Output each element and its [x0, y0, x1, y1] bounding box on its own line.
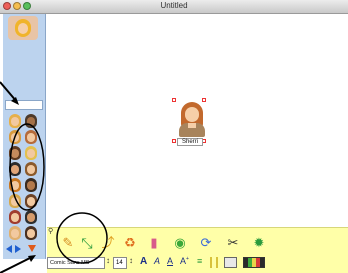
character-figure[interactable]: [177, 102, 207, 140]
face-icon[interactable]: [25, 146, 37, 160]
text-large-icon[interactable]: A: [140, 256, 147, 267]
title-bar: Untitled: [0, 0, 348, 14]
selection-handle[interactable]: [172, 139, 176, 143]
text-superscript-icon[interactable]: A+: [180, 256, 189, 266]
face-icon[interactable]: [9, 146, 21, 160]
font-size-stepper-icon[interactable]: ↕: [129, 256, 133, 265]
eraser-icon[interactable]: ▮: [145, 234, 163, 252]
resize-arrows-icon[interactable]: ⤡: [78, 234, 96, 252]
font-size-select[interactable]: 14: [113, 257, 127, 269]
face-icon[interactable]: [9, 114, 21, 128]
text-italic-icon[interactable]: A: [154, 256, 160, 266]
align-icon[interactable]: ≡: [197, 256, 202, 266]
face-icon[interactable]: [9, 178, 21, 192]
face-icon[interactable]: [25, 226, 37, 240]
drawing-canvas[interactable]: Sherri: [47, 14, 348, 236]
app-window: Untitled Sherri ⚲ ✎ ⤡ ⤴ ♻ ▮ ◉ ⟳ ✂ ✹ Comi…: [0, 0, 348, 273]
figure-label[interactable]: Sherri: [177, 138, 203, 146]
scroll-right-icon[interactable]: [15, 245, 21, 253]
face-icon[interactable]: [25, 162, 37, 176]
picture-icon[interactable]: [224, 257, 237, 268]
face-icon[interactable]: [9, 226, 21, 240]
face-icon[interactable]: [25, 114, 37, 128]
window-title: Untitled: [160, 1, 188, 10]
bottom-toolbar: ⚲ ✎ ⤡ ⤴ ♻ ▮ ◉ ⟳ ✂ ✹ Comic Sans MS ↕ 14 ↕…: [47, 227, 348, 273]
dropper-icon[interactable]: ◉: [171, 234, 189, 252]
character-face-grid: [9, 114, 41, 240]
character-sidebar: [3, 14, 46, 259]
selection-handle[interactable]: [172, 98, 176, 102]
font-select[interactable]: Comic Sans MS: [47, 257, 105, 269]
column-icon[interactable]: [210, 257, 218, 268]
magnet-icon[interactable]: ⤴: [99, 234, 117, 252]
search-icon[interactable]: ⚲: [48, 227, 53, 235]
sidebar-nav: [6, 242, 42, 256]
paint-bucket-icon[interactable]: ♻: [121, 234, 139, 252]
pencil-icon[interactable]: ✎: [59, 234, 77, 252]
stepper-icon[interactable]: ↕: [106, 256, 110, 265]
annotation-arrow: [0, 256, 33, 273]
sidebar-search-field[interactable]: [5, 100, 43, 110]
face-icon[interactable]: [9, 210, 21, 224]
selection-handle[interactable]: [202, 98, 206, 102]
face-icon[interactable]: [9, 162, 21, 176]
scissors-icon[interactable]: ✂: [224, 234, 242, 252]
face-icon[interactable]: [25, 194, 37, 208]
face-icon[interactable]: [25, 178, 37, 192]
scroll-down-icon[interactable]: [28, 245, 36, 252]
wand-icon[interactable]: ✹: [250, 234, 268, 252]
face-icon[interactable]: [9, 194, 21, 208]
character-thumbnail-icon[interactable]: [8, 16, 38, 40]
face-icon[interactable]: [25, 130, 37, 144]
face-icon[interactable]: [25, 210, 37, 224]
face-icon[interactable]: [9, 130, 21, 144]
rotate-icon[interactable]: ⟳: [197, 234, 215, 252]
color-swatch[interactable]: [243, 257, 265, 268]
text-outline-icon[interactable]: A: [167, 256, 173, 266]
scroll-left-icon[interactable]: [6, 245, 12, 253]
